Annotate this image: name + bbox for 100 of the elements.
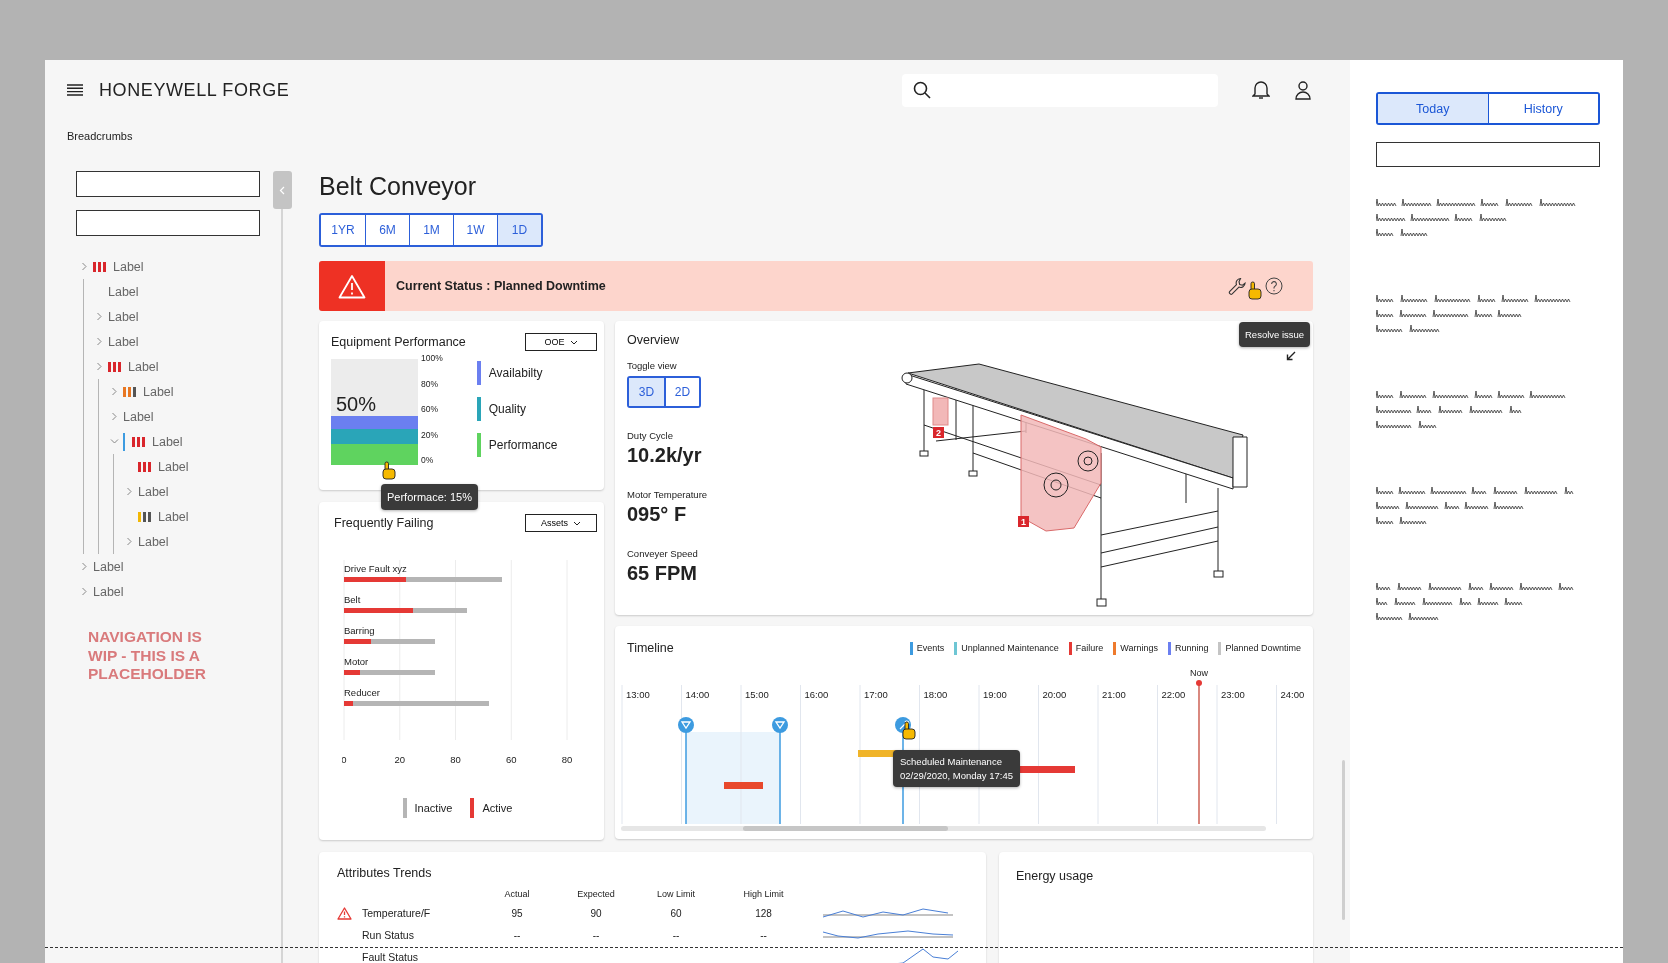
axis-label: 60 — [505, 754, 517, 765]
table-cell: -- — [760, 929, 767, 941]
tooltip-line: Scheduled Maintenance — [900, 756, 1003, 767]
hour-label: 21:00 — [1102, 689, 1126, 700]
scale-label: 100% — [421, 353, 443, 363]
tree-item[interactable]: Label — [94, 279, 272, 304]
help-icon[interactable] — [1265, 277, 1283, 295]
scale-label: 80% — [421, 378, 439, 389]
hour-label: 17:00 — [864, 689, 888, 700]
tree-item[interactable]: Label — [79, 554, 272, 579]
tree-item[interactable]: Label — [79, 254, 272, 279]
chevron-icon[interactable] — [80, 587, 88, 596]
tooltip: Performace: 15% — [381, 484, 478, 510]
hour-label: 23:00 — [1221, 689, 1245, 700]
table-cell: 90 — [590, 907, 602, 919]
tree-item[interactable]: Label — [109, 379, 272, 404]
user-icon[interactable] — [1294, 80, 1312, 100]
bar-label: Barring — [344, 625, 375, 636]
bell-icon[interactable] — [1252, 80, 1270, 100]
legend-label: Failure — [1075, 643, 1104, 653]
card-title: Frequently Failing — [334, 516, 434, 530]
range-button[interactable]: 1YR — [321, 215, 365, 245]
scale-label: 20% — [421, 429, 439, 440]
chevron-icon[interactable] — [125, 537, 133, 546]
status-bars-icon — [132, 436, 145, 447]
chevron-icon[interactable] — [109, 438, 119, 445]
status-text: Current Status : Planned Downtime — [396, 279, 606, 293]
legend-label: Availabilty — [488, 366, 543, 380]
chevron-icon[interactable] — [80, 562, 88, 571]
status-bars-icon — [138, 511, 151, 522]
tree-item[interactable]: Label — [109, 404, 272, 429]
collapse-handle[interactable] — [272, 171, 292, 209]
card-title: Attributes Trends — [337, 866, 432, 880]
input-field[interactable] — [1376, 142, 1600, 167]
chevron-icon[interactable] — [95, 337, 103, 346]
tree-item[interactable]: Label — [94, 304, 272, 329]
tree-item[interactable]: Label — [94, 354, 272, 379]
row-name: Fault Status — [362, 951, 420, 963]
card-title: Timeline — [627, 641, 674, 655]
range-button[interactable]: 1M — [409, 215, 453, 245]
filter-field[interactable] — [76, 210, 260, 236]
tab[interactable]: Today — [1378, 94, 1488, 123]
search-field[interactable] — [902, 73, 1218, 107]
chevron-icon[interactable] — [125, 487, 133, 496]
marker-badge[interactable]: 2 — [933, 427, 944, 438]
bar-label: Belt — [344, 594, 361, 605]
status-bars-icon — [123, 386, 136, 397]
row-name: Run Status — [362, 929, 415, 941]
tree-item[interactable]: Label — [124, 529, 272, 554]
tab[interactable]: History — [1487, 94, 1598, 123]
tree-item[interactable]: Label — [124, 479, 272, 504]
card-title: Equipment Performance — [331, 335, 466, 349]
scrollbar[interactable] — [621, 826, 1266, 831]
menu-icon[interactable] — [67, 84, 83, 96]
hand-cursor-icon — [901, 721, 917, 740]
axis-label: 0 — [342, 754, 347, 765]
range-button[interactable]: 6M — [365, 215, 409, 245]
stat-label: Motor Temperature — [627, 489, 708, 500]
range-button[interactable]: 1D — [497, 215, 541, 245]
status-bars-icon — [108, 361, 121, 372]
chevron-icon[interactable] — [110, 387, 118, 396]
tree-item[interactable]: Label — [94, 329, 272, 354]
chevron-icon[interactable] — [110, 412, 118, 421]
search-icon — [913, 81, 931, 99]
event-marker[interactable] — [772, 717, 788, 825]
toggle-label: Toggle view — [627, 360, 677, 371]
app-title: HONEYWELL FORGE — [99, 79, 290, 101]
filter-field[interactable] — [76, 171, 260, 197]
stat-label: Duty Cycle — [627, 430, 674, 441]
tree-item[interactable]: Label — [79, 579, 272, 604]
scrollbar[interactable] — [1342, 760, 1345, 920]
chevron-icon[interactable] — [95, 312, 103, 321]
legend-label: Unplanned Maintenance — [961, 643, 1059, 653]
view-toggle-button[interactable]: 3D — [629, 378, 664, 406]
marker-badge[interactable]: 1 — [1018, 516, 1029, 527]
tree-item[interactable]: Label — [124, 504, 272, 529]
dropdown[interactable]: OOE — [525, 333, 597, 351]
legend-label: Quality — [488, 402, 527, 416]
legend-label: Events — [916, 643, 945, 653]
bar-label: Drive Fault xyz — [344, 563, 407, 574]
range-button[interactable]: 1W — [453, 215, 497, 245]
status-bars-icon — [138, 461, 151, 472]
wrench-icon[interactable] — [1228, 276, 1247, 296]
legend-label: Inactive — [414, 802, 453, 814]
table-cell: -- — [513, 929, 521, 941]
hour-label: 19:00 — [983, 689, 1007, 700]
chevron-icon[interactable] — [95, 362, 103, 371]
breadcrumbs[interactable]: Breadcrumbs — [67, 130, 133, 142]
collapse-arrow-icon[interactable] — [1286, 351, 1296, 361]
hand-cursor-icon — [381, 461, 397, 480]
tree-item[interactable]: Label — [109, 429, 272, 454]
chevron-icon[interactable] — [80, 262, 88, 271]
legend-label: Warnings — [1120, 643, 1158, 653]
event-marker[interactable] — [678, 717, 694, 825]
card-title: Overview — [627, 333, 680, 347]
column-header: High Limit — [742, 888, 785, 901]
view-toggle-button[interactable]: 2D — [664, 378, 699, 406]
page-title: Belt Conveyor — [319, 171, 478, 201]
tree-item[interactable]: Label — [124, 454, 272, 479]
dropdown[interactable]: Assets — [525, 514, 597, 532]
